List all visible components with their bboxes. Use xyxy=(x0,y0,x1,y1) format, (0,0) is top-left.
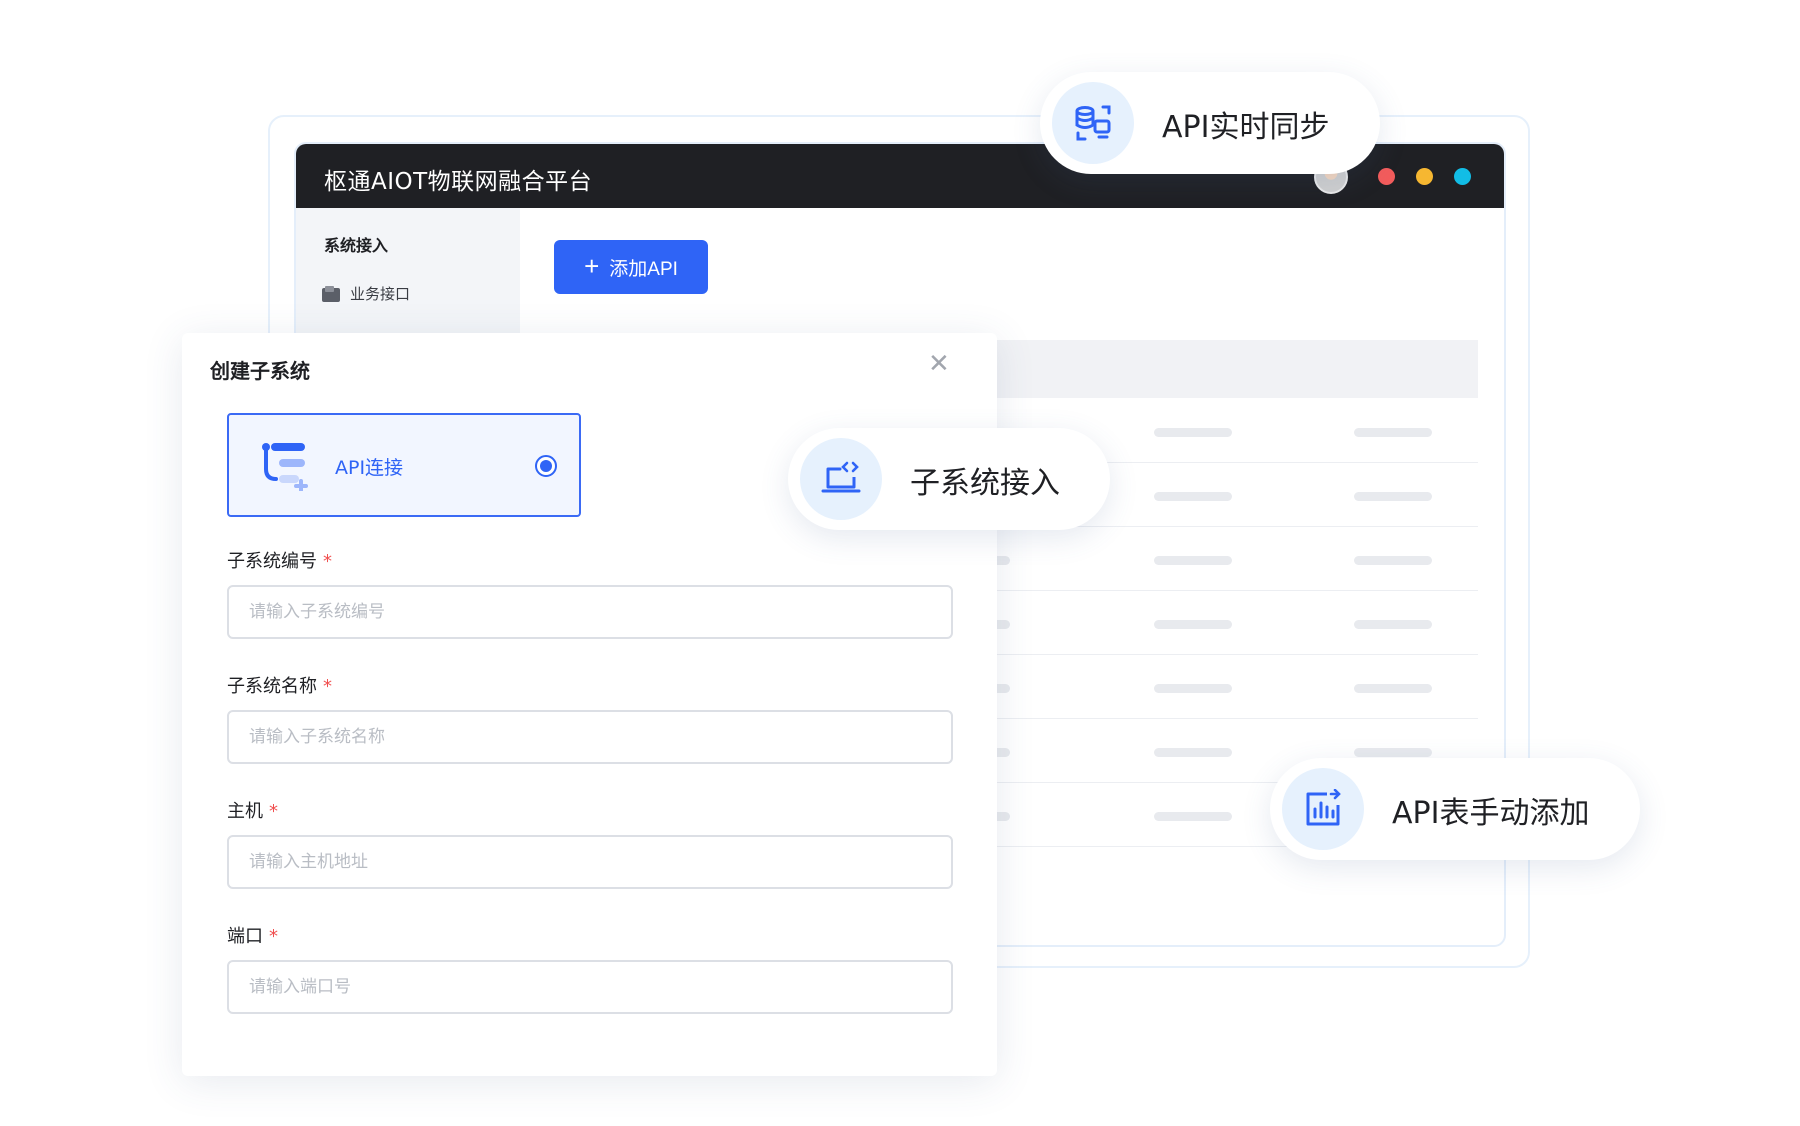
table-cell-placeholder xyxy=(1154,492,1232,501)
feature-pill-api-sync: API实时同步 xyxy=(1040,72,1380,174)
table-cell-placeholder xyxy=(1354,684,1432,693)
feature-label: API表手动添加 xyxy=(1392,796,1590,831)
port-input[interactable] xyxy=(227,960,953,1014)
table-cell-placeholder xyxy=(1154,428,1232,437)
feature-label: API实时同步 xyxy=(1162,110,1330,145)
stage: 枢通AIOT物联网融合平台 系统接入 业务接口 + 添加API 创建子系统 ✕ xyxy=(0,0,1800,1126)
plus-icon: + xyxy=(584,250,600,281)
table-cell-placeholder xyxy=(1154,556,1232,565)
subsystem-code-input[interactable] xyxy=(227,585,953,639)
field-label-host: 主机 * xyxy=(227,801,278,822)
table-cell-placeholder xyxy=(1154,812,1232,821)
app-title: 枢通AIOT物联网融合平台 xyxy=(324,169,593,195)
sidebar-item-business-api[interactable]: 业务接口 xyxy=(322,283,410,304)
add-api-button[interactable]: + 添加API xyxy=(554,240,708,294)
sidebar-item-label: 业务接口 xyxy=(350,285,411,303)
table-cell-placeholder xyxy=(1354,748,1432,757)
api-connection-label: API连接 xyxy=(335,457,404,479)
api-connection-radio[interactable] xyxy=(535,455,557,477)
feature-pill-subsystem: 子系统接入 xyxy=(788,428,1110,530)
table-cell-placeholder xyxy=(1154,620,1232,629)
feature-pill-manual-add: API表手动添加 xyxy=(1270,758,1640,860)
table-cell-placeholder xyxy=(1354,492,1432,501)
folder-icon xyxy=(322,285,340,302)
field-label-port: 端口 * xyxy=(227,926,278,947)
bar-chart-icon xyxy=(1282,768,1364,850)
api-connection-option[interactable]: API连接 xyxy=(227,413,581,517)
subsystem-name-input[interactable] xyxy=(227,710,953,764)
sidebar-section-label: 系统接入 xyxy=(324,236,389,255)
feature-label: 子系统接入 xyxy=(910,466,1060,501)
modal-title: 创建子系统 xyxy=(210,359,310,383)
close-icon[interactable]: ✕ xyxy=(928,351,950,377)
table-cell-placeholder xyxy=(1154,684,1232,693)
host-input[interactable] xyxy=(227,835,953,889)
window-close-dot[interactable] xyxy=(1378,168,1395,185)
table-cell-placeholder xyxy=(1354,428,1432,437)
table-cell-placeholder xyxy=(1154,748,1232,757)
api-connect-icon xyxy=(262,443,308,491)
field-label-subsystem-code: 子系统编号 * xyxy=(227,551,332,572)
window-minimize-dot[interactable] xyxy=(1416,168,1433,185)
database-sync-icon xyxy=(1052,82,1134,164)
table-cell-placeholder xyxy=(1354,620,1432,629)
window-maximize-dot[interactable] xyxy=(1454,168,1471,185)
table-cell-placeholder xyxy=(1354,556,1432,565)
laptop-code-icon xyxy=(800,438,882,520)
add-api-label: 添加API xyxy=(609,258,678,280)
field-label-subsystem-name: 子系统名称 * xyxy=(227,676,332,697)
